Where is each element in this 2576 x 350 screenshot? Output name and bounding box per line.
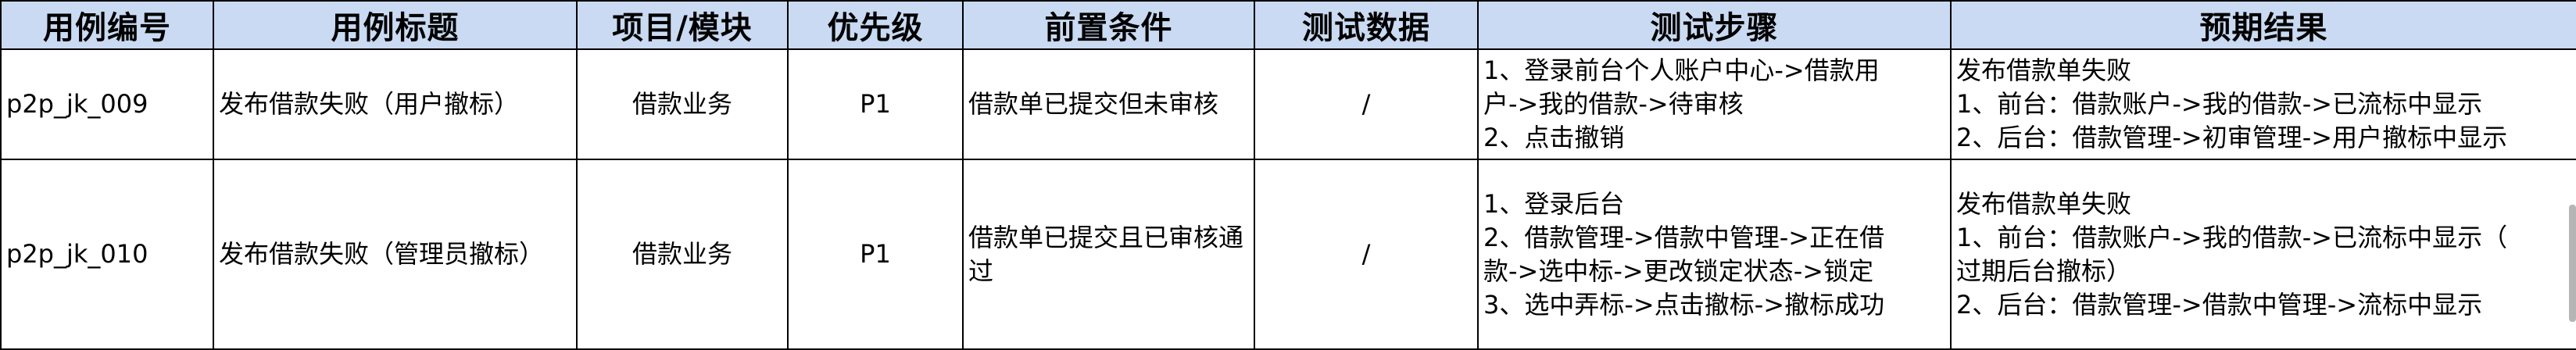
table-row: p2p_jk_010 发布借款失败（管理员撤标） 借款业务 P1 借款单已提交且… xyxy=(0,159,2576,350)
step-line: 2、点击撤销 xyxy=(1483,123,1625,152)
cell-test-data[interactable]: / xyxy=(1254,159,1479,350)
step-line: 1、登录前台个人账户中心->借款用 xyxy=(1483,55,1880,85)
cell-expected-result[interactable]: 发布借款单失败 1、前台：借款账户->我的借款->已流标中显示（ 过期后台撤标）… xyxy=(1950,159,2576,350)
header-case-title[interactable]: 用例标题 xyxy=(213,0,578,50)
cell-expected-result[interactable]: 发布借款单失败 1、前台：借款账户->我的借款->已流标中显示 2、后台：借款管… xyxy=(1950,48,2576,160)
cell-case-id[interactable]: p2p_jk_009 xyxy=(0,48,214,160)
cell-precondition[interactable]: 借款单已提交但未审核 xyxy=(962,48,1255,160)
cell-module[interactable]: 借款业务 xyxy=(576,48,789,160)
step-line: 户->我的借款->待审核 xyxy=(1483,89,1744,119)
expected-line: 发布借款单失败 xyxy=(1956,55,2132,85)
cell-precondition[interactable]: 借款单已提交且已审核通过 xyxy=(962,159,1255,350)
header-test-steps[interactable]: 测试步骤 xyxy=(1477,0,1952,50)
header-case-id[interactable]: 用例编号 xyxy=(0,0,214,50)
expected-line: 1、前台：借款账户->我的借款->已流标中显示（ xyxy=(1956,222,2508,252)
header-row: 用例编号 用例标题 项目/模块 优先级 前置条件 测试数据 测试步骤 预期结果 xyxy=(0,0,2576,50)
header-priority[interactable]: 优先级 xyxy=(787,0,964,50)
expected-line: 2、后台：借款管理->初审管理->用户撤标中显示 xyxy=(1956,123,2508,152)
cell-case-title[interactable]: 发布借款失败（管理员撤标） xyxy=(213,159,578,350)
expected-line: 过期后台撤标） xyxy=(1956,255,2132,286)
cell-test-data[interactable]: / xyxy=(1254,48,1479,160)
vertical-scrollbar[interactable] xyxy=(2569,205,2576,322)
header-expected-result[interactable]: 预期结果 xyxy=(1950,0,2576,50)
expected-line: 发布借款单失败 xyxy=(1956,188,2132,219)
step-line: 1、登录后台 xyxy=(1483,188,1625,219)
header-precondition[interactable]: 前置条件 xyxy=(962,0,1255,50)
cell-priority[interactable]: P1 xyxy=(787,159,964,350)
header-test-data[interactable]: 测试数据 xyxy=(1254,0,1479,50)
expected-line: 1、前台：借款账户->我的借款->已流标中显示 xyxy=(1956,89,2483,119)
header-module[interactable]: 项目/模块 xyxy=(576,0,789,50)
cell-case-id[interactable]: p2p_jk_010 xyxy=(0,159,214,350)
cell-test-steps[interactable]: 1、登录后台 2、借款管理->借款中管理->正在借 款->选中标->更改锁定状态… xyxy=(1477,159,1952,350)
cell-case-title[interactable]: 发布借款失败（用户撤标） xyxy=(213,48,578,160)
cell-test-steps[interactable]: 1、登录前台个人账户中心->借款用 户->我的借款->待审核 2、点击撤销 xyxy=(1477,48,1952,160)
cell-module[interactable]: 借款业务 xyxy=(576,159,789,350)
table-row: p2p_jk_009 发布借款失败（用户撤标） 借款业务 P1 借款单已提交但未… xyxy=(0,48,2576,160)
test-case-sheet: 用例编号 用例标题 项目/模块 优先级 前置条件 测试数据 测试步骤 预期结果 … xyxy=(0,0,2576,350)
step-line: 3、选中弄标->点击撤标->撤标成功 xyxy=(1483,289,1885,320)
step-line: 款->选中标->更改锁定状态->锁定 xyxy=(1483,255,1874,286)
expected-line: 2、后台：借款管理->借款中管理->流标中显示 xyxy=(1956,289,2483,320)
cell-priority[interactable]: P1 xyxy=(787,48,964,160)
step-line: 2、借款管理->借款中管理->正在借 xyxy=(1483,222,1885,252)
